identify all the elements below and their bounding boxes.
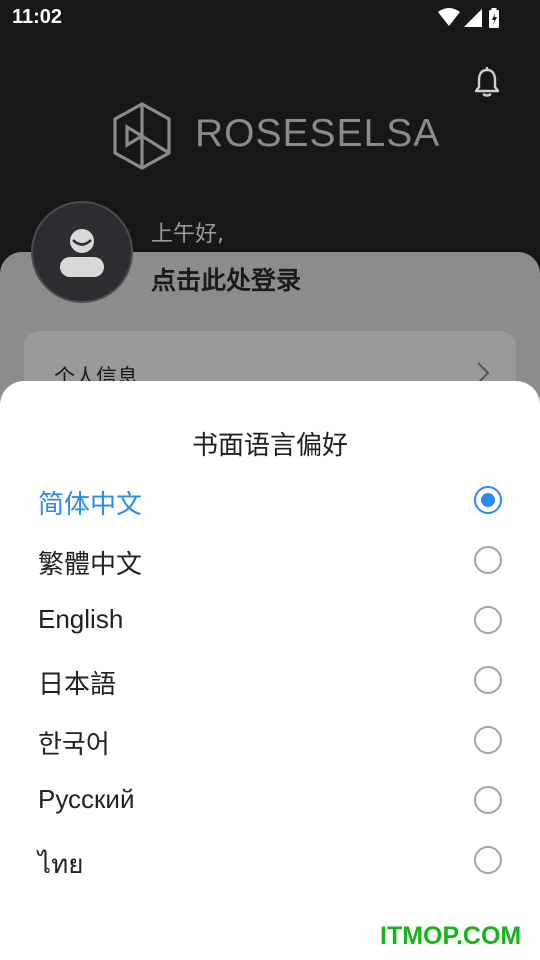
status-bar: 11:02 [0,0,540,36]
language-label: 한국어 [38,729,110,759]
language-label: English [38,604,124,634]
language-label: ไทย [38,849,84,879]
avatar[interactable] [31,201,133,303]
signal-icon [464,9,482,27]
language-label: Русский [38,784,135,814]
language-option-ko[interactable]: 한국어 [0,710,540,770]
sheet-title: 书面语言偏好 [191,431,348,461]
language-option-zh-hant[interactable]: 繁體中文 [0,530,540,590]
radio-button[interactable] [474,606,502,634]
login-link[interactable]: 点击此处登录 [151,261,301,297]
wifi-icon [438,8,460,26]
battery-icon [489,8,499,28]
status-time: 11:02 [12,6,63,28]
language-bottom-sheet: 书面语言偏好 简体中文 繁體中文 English 日本語 한국어 Русский… [0,381,540,960]
radio-button[interactable] [474,486,502,514]
language-label: 日本語 [38,669,117,699]
language-label: 繁體中文 [38,549,143,579]
radio-button[interactable] [474,546,502,574]
brand-name: ROSESELSA [195,112,441,155]
language-option-ja[interactable]: 日本語 [0,650,540,710]
radio-button[interactable] [474,666,502,694]
language-option-th[interactable]: ไทย [0,830,540,890]
notification-bell-icon[interactable] [472,66,502,98]
radio-button[interactable] [474,786,502,814]
radio-button[interactable] [474,726,502,754]
language-option-zh-hans[interactable]: 简体中文 [0,470,540,530]
language-option-ru[interactable]: Русский [0,770,540,830]
greeting-text: 上午好, [151,222,224,247]
language-option-en[interactable]: English [0,590,540,650]
brand-logo-icon [111,101,173,171]
language-label: 简体中文 [38,489,143,519]
radio-button[interactable] [474,846,502,874]
status-icons [438,7,500,29]
user-avatar-icon [60,229,104,277]
watermark: ITMOP.COM [380,922,522,950]
